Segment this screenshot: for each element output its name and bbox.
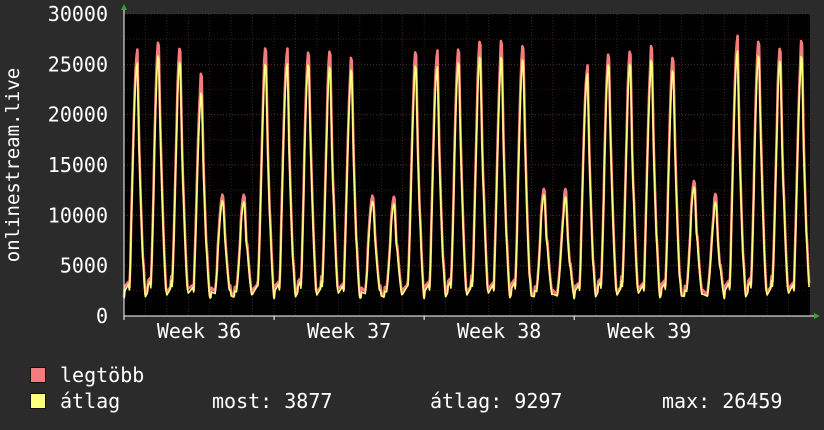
- legend: legtöbb átlag most: 3877 átlag: 9297 max…: [30, 362, 810, 414]
- legend-swatch-avg: [30, 393, 46, 409]
- y-tick-label: 20000: [48, 103, 108, 127]
- stat-average: átlag: 9297: [430, 389, 563, 413]
- y-axis-arrow-icon: [121, 4, 127, 10]
- stat-max: max: 26459: [662, 389, 783, 413]
- legend-row-avg: átlag most: 3877 átlag: 9297 max: 26459: [30, 388, 810, 414]
- y-tick-label: 25000: [48, 52, 108, 76]
- legend-label-avg: átlag: [60, 389, 121, 413]
- y-axis-label: onlinestream.live: [2, 68, 24, 262]
- y-tick-label: 5000: [60, 254, 108, 278]
- x-tick-label: Week 38: [457, 319, 541, 343]
- x-tick-label: Week 39: [607, 319, 691, 343]
- y-tick-label: 15000: [48, 153, 108, 177]
- x-tick-label: Week 37: [307, 319, 391, 343]
- rrd-chart: 050001000015000200002500030000 Week 36 We…: [2, 2, 820, 343]
- legend-row-max: legtöbb: [30, 362, 810, 388]
- x-tick-labels: Week 36 Week 37 Week 38 Week 39: [123, 316, 691, 343]
- y-tick-label: 0: [96, 304, 108, 328]
- x-axis-arrow-icon: [814, 313, 820, 319]
- stat-now: most: 3877: [212, 389, 333, 413]
- legend-swatch-max: [30, 367, 46, 383]
- legend-label-max: legtöbb: [60, 363, 145, 387]
- y-tick-label: 30000: [48, 2, 108, 26]
- x-tick-label: Week 36: [157, 319, 241, 343]
- y-tick-label: 10000: [48, 203, 108, 227]
- y-tick-labels: 0 5000 10000 15000 20000 25000 30000: [48, 2, 108, 328]
